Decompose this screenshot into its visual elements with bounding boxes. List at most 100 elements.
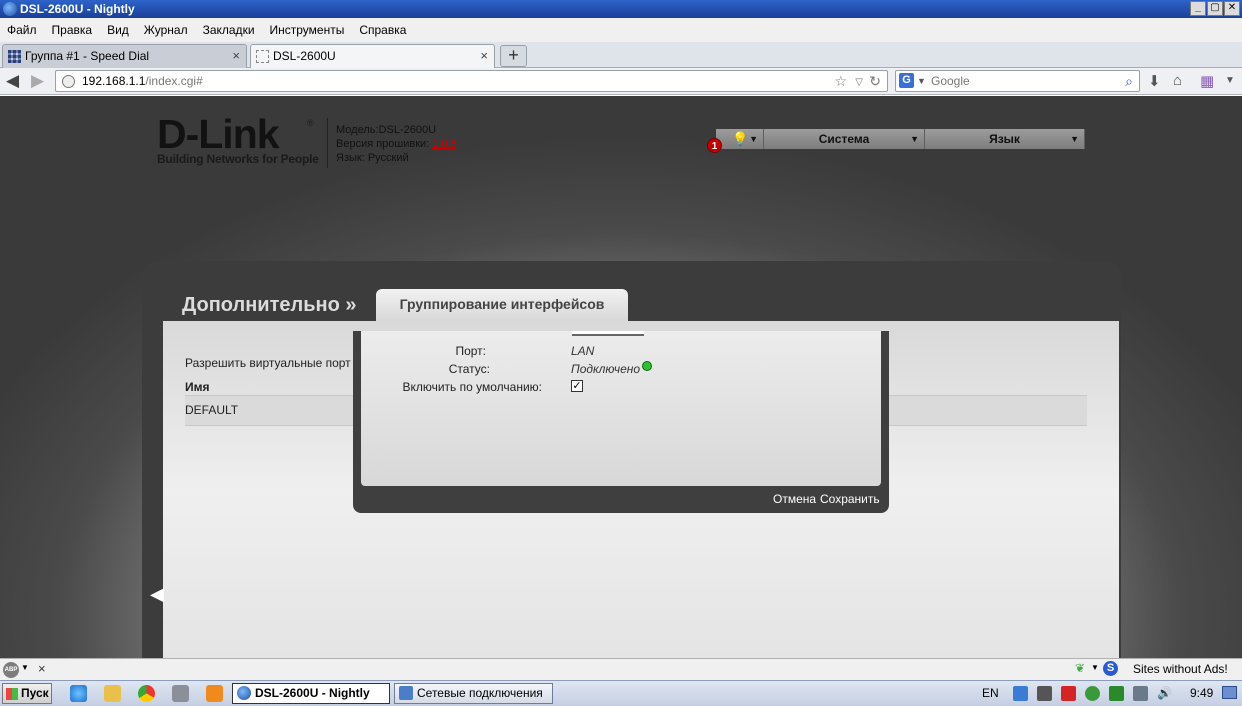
site-identity-icon[interactable]	[62, 75, 75, 88]
nightly-globe-icon	[3, 2, 17, 16]
top-menu: ▼ Система ▼ Язык ▼	[716, 129, 1085, 149]
taskbar-item-network[interactable]: Сетевые подключения	[394, 683, 553, 704]
maximize-button[interactable]: ▢	[1207, 1, 1223, 16]
search-icon[interactable]: ⌕	[1125, 71, 1133, 91]
url-dropdown-icon[interactable]: ▽	[855, 73, 863, 93]
status-value: Подключено	[571, 362, 641, 376]
menu-history[interactable]: Журнал	[144, 23, 188, 37]
system-menu-label: Система	[818, 132, 870, 146]
adblock-dropdown-icon[interactable]: ▼	[21, 663, 29, 672]
url-bar[interactable]: 192.168.1.1/index.cgi# ☆ ▽ ↻	[55, 70, 888, 92]
status-connected-icon	[642, 361, 652, 371]
logo-registered-mark: ®	[307, 118, 314, 128]
allow-virtual-ports-label: Разрешить виртуальные порт	[185, 356, 351, 370]
forward-arrow-icon[interactable]: ▶	[31, 71, 44, 91]
language-value: Русский	[367, 152, 409, 164]
clock[interactable]: 9:49	[1190, 686, 1213, 700]
url-path: /index.cgi#	[145, 74, 203, 88]
menu-bookmarks[interactable]: Закладки	[203, 23, 255, 37]
tray-security-icon[interactable]	[1085, 686, 1100, 701]
subtab-interface-grouping[interactable]: Группирование интерфейсов	[376, 289, 628, 322]
search-engine-dropdown-icon[interactable]: ▼	[917, 71, 926, 91]
chevron-down-icon: ▼	[749, 134, 758, 144]
speed-dial-icon[interactable]: ▦	[1200, 72, 1214, 90]
ie-icon[interactable]	[70, 685, 87, 702]
nightly-globe-icon	[237, 686, 251, 700]
notification-badge[interactable]: 1	[707, 138, 722, 153]
addon-leaf-icon[interactable]: ❦	[1075, 661, 1085, 675]
modal-scroll-fragment	[572, 331, 644, 336]
back-arrow-icon[interactable]: ◀	[6, 71, 19, 91]
language-indicator[interactable]: EN	[982, 686, 999, 700]
windows-flag-icon	[6, 688, 18, 700]
taskbar-item-browser[interactable]: DSL-2600U - Nightly	[232, 683, 390, 704]
addon-dropdown-icon[interactable]: ▼	[1091, 663, 1099, 672]
tray-network-icon[interactable]	[1133, 686, 1148, 701]
language-menu-label: Язык	[989, 132, 1020, 146]
menu-view[interactable]: Вид	[107, 23, 129, 37]
addon-bar-close-icon[interactable]: ×	[38, 661, 46, 676]
side-collapse-arrow-icon[interactable]: ◀	[150, 584, 164, 605]
reload-icon[interactable]: ↻	[869, 71, 881, 91]
s-addon-icon[interactable]: S	[1103, 661, 1118, 676]
tools-icon[interactable]	[172, 685, 189, 702]
downloads-icon[interactable]: ⬇	[1148, 72, 1161, 90]
system-menu[interactable]: Система ▼	[764, 129, 925, 149]
logo-divider	[327, 118, 328, 168]
folder-icon[interactable]	[104, 685, 121, 702]
save-button[interactable]: Сохранить	[820, 492, 880, 506]
port-label: Порт:	[455, 344, 486, 358]
cancel-button[interactable]: Отмена	[773, 492, 816, 506]
tray-shield-icon[interactable]	[1013, 686, 1028, 701]
tab-dsl-2600u[interactable]: DSL-2600U ×	[250, 44, 495, 68]
model-label: Модель:	[336, 124, 379, 136]
navigation-bar: ◀ ▶ 192.168.1.1/index.cgi# ☆ ▽ ↻ G ▼ Goo…	[0, 68, 1242, 95]
media-player-icon[interactable]	[206, 685, 223, 702]
lightbulb-icon[interactable]: 💡	[732, 131, 748, 147]
menu-edit[interactable]: Правка	[52, 23, 93, 37]
chrome-icon[interactable]	[138, 685, 155, 702]
search-bar[interactable]: G ▼ Google ⌕	[895, 70, 1140, 92]
close-window-button[interactable]: ✕	[1224, 1, 1240, 16]
logo-tagline: Building Networks for People	[157, 152, 319, 166]
tab-close-icon[interactable]: ×	[480, 45, 488, 67]
home-icon[interactable]: ⌂	[1173, 72, 1182, 89]
adblock-plus-icon[interactable]: ABP	[3, 662, 19, 678]
status-label: Статус:	[448, 362, 490, 376]
default-enable-checkbox[interactable]: ✓	[571, 380, 583, 392]
new-tab-button[interactable]: +	[500, 45, 527, 67]
section-title[interactable]: Дополнительно »	[182, 294, 356, 317]
blank-page-icon	[256, 50, 269, 63]
language-menu[interactable]: Язык ▼	[925, 129, 1085, 149]
windows-taskbar: Пуск DSL-2600U - Nightly Сетевые подключ…	[0, 680, 1242, 706]
firmware-version-link[interactable]: 1.0.5	[432, 138, 456, 150]
language-label: Язык:	[336, 152, 365, 164]
search-input[interactable]: Google	[931, 74, 970, 88]
window-controls: _ ▢ ✕	[1190, 1, 1240, 16]
router-page: D-Link ® Building Networks for People Мо…	[0, 96, 1242, 658]
bookmark-star-icon[interactable]: ☆	[834, 71, 847, 91]
table-header-name: Имя	[185, 380, 210, 394]
start-label: Пуск	[21, 686, 49, 700]
url-host: 192.168.1.1	[82, 74, 146, 88]
menu-help[interactable]: Справка	[359, 23, 406, 37]
menu-tools[interactable]: Инструменты	[270, 23, 345, 37]
tab-close-icon[interactable]: ×	[232, 45, 240, 67]
menu-file[interactable]: Файл	[7, 23, 37, 37]
sites-without-ads-label[interactable]: Sites without Ads!	[1133, 662, 1228, 676]
start-button[interactable]: Пуск	[2, 683, 52, 704]
toolbar-menu-icon[interactable]: ▼	[1225, 75, 1235, 86]
tray-c-icon[interactable]	[1061, 686, 1076, 701]
tab-speed-dial[interactable]: Группа #1 - Speed Dial ×	[2, 44, 247, 68]
show-desktop-button[interactable]	[1222, 686, 1237, 699]
tray-volume-icon[interactable]: 🔊	[1157, 686, 1172, 701]
google-engine-icon[interactable]: G	[899, 73, 914, 88]
taskbar-item-label: DSL-2600U - Nightly	[255, 686, 370, 700]
tray-drive-icon[interactable]	[1037, 686, 1052, 701]
minimize-button[interactable]: _	[1190, 1, 1206, 16]
tray-monitor-icon[interactable]	[1109, 686, 1124, 701]
tab-label: Группа #1 - Speed Dial	[25, 49, 150, 63]
port-value: LAN	[571, 344, 595, 358]
model-value: DSL-2600U	[378, 124, 437, 136]
firmware-label: Версия прошивки:	[336, 138, 430, 150]
